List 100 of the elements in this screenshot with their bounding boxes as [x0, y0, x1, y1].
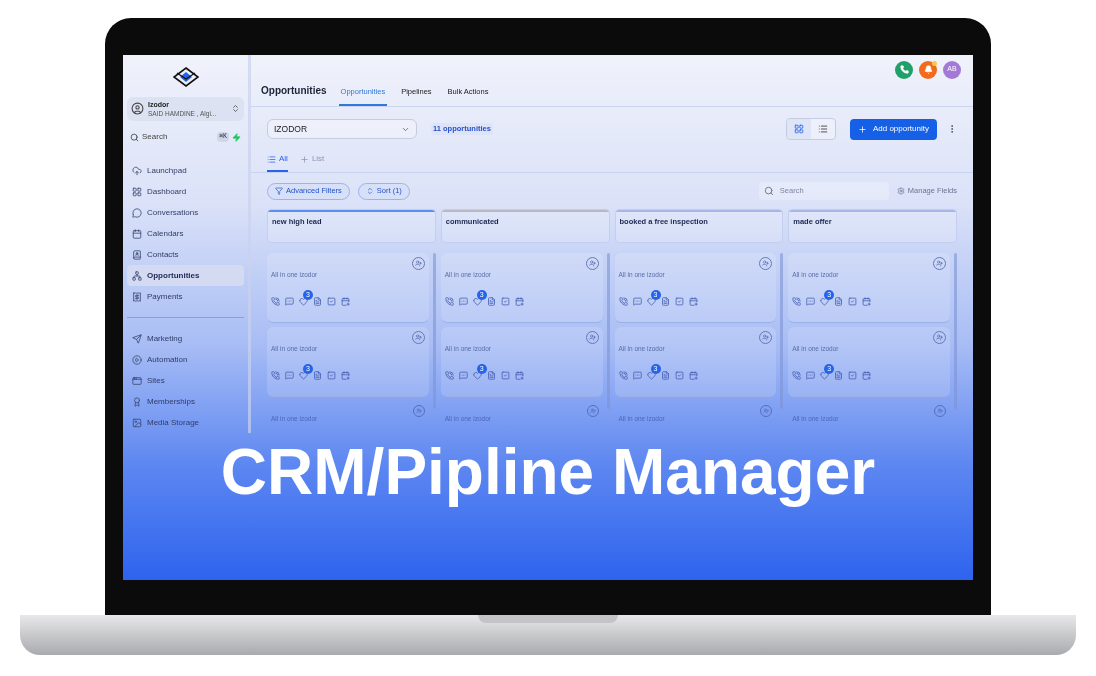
- plus-icon: [299, 154, 309, 164]
- phone-icon[interactable]: [444, 370, 454, 380]
- phone-icon[interactable]: [271, 370, 280, 380]
- scrollbar[interactable]: [606, 253, 610, 409]
- calendar-icon[interactable]: [862, 296, 872, 306]
- checkbox-icon[interactable]: [327, 296, 336, 306]
- play-circle-icon: [132, 354, 142, 365]
- document-icon[interactable]: [313, 296, 322, 306]
- phone-icon[interactable]: [444, 296, 454, 306]
- banner-title: CRM/Pipline Manager: [220, 435, 876, 510]
- calendar-icon[interactable]: [341, 296, 350, 306]
- grid-view-button[interactable]: [786, 119, 811, 139]
- checkbox-icon[interactable]: [327, 370, 336, 380]
- heart-icon[interactable]: [820, 370, 830, 380]
- heart-icon[interactable]: [472, 370, 482, 380]
- chat-icon[interactable]: [632, 370, 642, 380]
- nav-item[interactable]: Launchpad: [127, 160, 244, 181]
- calendar-icon[interactable]: [514, 370, 524, 380]
- scrollbar[interactable]: [432, 253, 436, 409]
- document-icon[interactable]: [486, 296, 496, 306]
- scrollbar[interactable]: [954, 253, 957, 409]
- chat-icon[interactable]: [458, 370, 468, 380]
- calendar-icon: [132, 228, 142, 239]
- phone-icon[interactable]: [792, 370, 802, 380]
- calendar-icon[interactable]: [514, 296, 524, 306]
- lightning-icon: [232, 132, 241, 142]
- logo-icon: [172, 67, 199, 87]
- nav-item[interactable]: Media Storage: [127, 412, 244, 433]
- phone-icon[interactable]: [618, 296, 628, 306]
- nav-item[interactable]: Automation: [127, 349, 244, 370]
- heart-icon[interactable]: [646, 296, 656, 306]
- contact-book-icon: [132, 249, 142, 260]
- grid-icon: [793, 124, 804, 134]
- nav-item[interactable]: Marketing: [127, 328, 244, 349]
- heart-icon[interactable]: [646, 370, 656, 380]
- nav-item[interactable]: Payments: [127, 286, 244, 307]
- chat-icon[interactable]: [806, 370, 816, 380]
- checkbox-icon[interactable]: [674, 370, 684, 380]
- nav-item[interactable]: Calendars: [127, 223, 244, 244]
- list-view-button[interactable]: [810, 119, 835, 139]
- list-icon: [817, 124, 828, 134]
- checkbox-icon[interactable]: [674, 296, 684, 306]
- gear-icon: [896, 187, 905, 195]
- document-icon[interactable]: [660, 296, 670, 306]
- document-icon[interactable]: [313, 370, 322, 380]
- notifications-button[interactable]: [919, 60, 937, 79]
- cloud-upload-icon: [132, 165, 142, 176]
- chat-icon[interactable]: [806, 296, 816, 306]
- call-button[interactable]: [895, 60, 913, 79]
- view-tab[interactable]: All: [267, 153, 288, 172]
- document-icon[interactable]: [660, 370, 670, 380]
- funnel-icon: [275, 187, 283, 195]
- image-icon: [132, 417, 142, 428]
- document-icon[interactable]: [486, 370, 496, 380]
- chat-icon[interactable]: [458, 296, 468, 306]
- nav-item[interactable]: Contacts: [127, 244, 244, 265]
- phone-icon[interactable]: [792, 296, 802, 306]
- checkbox-icon[interactable]: [500, 370, 510, 380]
- plus-icon: [857, 124, 867, 134]
- checkbox-icon[interactable]: [500, 296, 510, 306]
- receipt-icon: [132, 291, 142, 302]
- document-icon[interactable]: [834, 296, 844, 306]
- scrollbar[interactable]: [780, 253, 784, 409]
- checkbox-icon[interactable]: [848, 296, 858, 306]
- grid-icon: [132, 186, 142, 197]
- phone-icon: [899, 65, 909, 74]
- nav-item[interactable]: Sites: [127, 370, 244, 391]
- phone-icon[interactable]: [618, 370, 628, 380]
- page-title: Opportunities: [261, 84, 327, 98]
- chat-icon[interactable]: [285, 296, 294, 306]
- list-icon: [267, 154, 276, 164]
- user-icon: [131, 102, 144, 116]
- chat-icon: [132, 207, 142, 218]
- nav-item[interactable]: Memberships: [127, 391, 244, 412]
- heart-icon[interactable]: [299, 296, 308, 306]
- window-icon: [132, 375, 142, 386]
- calendar-icon[interactable]: [688, 370, 698, 380]
- calendar-icon[interactable]: [688, 296, 698, 306]
- nav-item[interactable]: Opportunities: [127, 265, 244, 286]
- chat-icon[interactable]: [285, 370, 294, 380]
- calendar-icon[interactable]: [862, 370, 872, 380]
- bell-icon: [923, 65, 933, 74]
- heart-icon[interactable]: [472, 296, 482, 306]
- award-icon: [132, 396, 142, 407]
- checkbox-icon[interactable]: [848, 370, 858, 380]
- nav-item[interactable]: Conversations: [127, 202, 244, 223]
- calendar-icon[interactable]: [341, 370, 350, 380]
- document-icon[interactable]: [834, 370, 844, 380]
- search-icon: [763, 186, 774, 196]
- network-icon: [132, 270, 142, 281]
- heart-icon[interactable]: [299, 370, 308, 380]
- pipeline-select[interactable]: IZODOR: [267, 119, 417, 139]
- sort-icon: [365, 187, 374, 195]
- add-opportunity-button[interactable]: Add opportunity: [849, 118, 937, 140]
- sidebar-search[interactable]: Search: [142, 131, 215, 144]
- nav-item[interactable]: Dashboard: [127, 181, 244, 202]
- phone-icon[interactable]: [271, 296, 280, 306]
- chat-icon[interactable]: [632, 296, 642, 306]
- search-icon: [130, 132, 139, 142]
- heart-icon[interactable]: [820, 296, 830, 306]
